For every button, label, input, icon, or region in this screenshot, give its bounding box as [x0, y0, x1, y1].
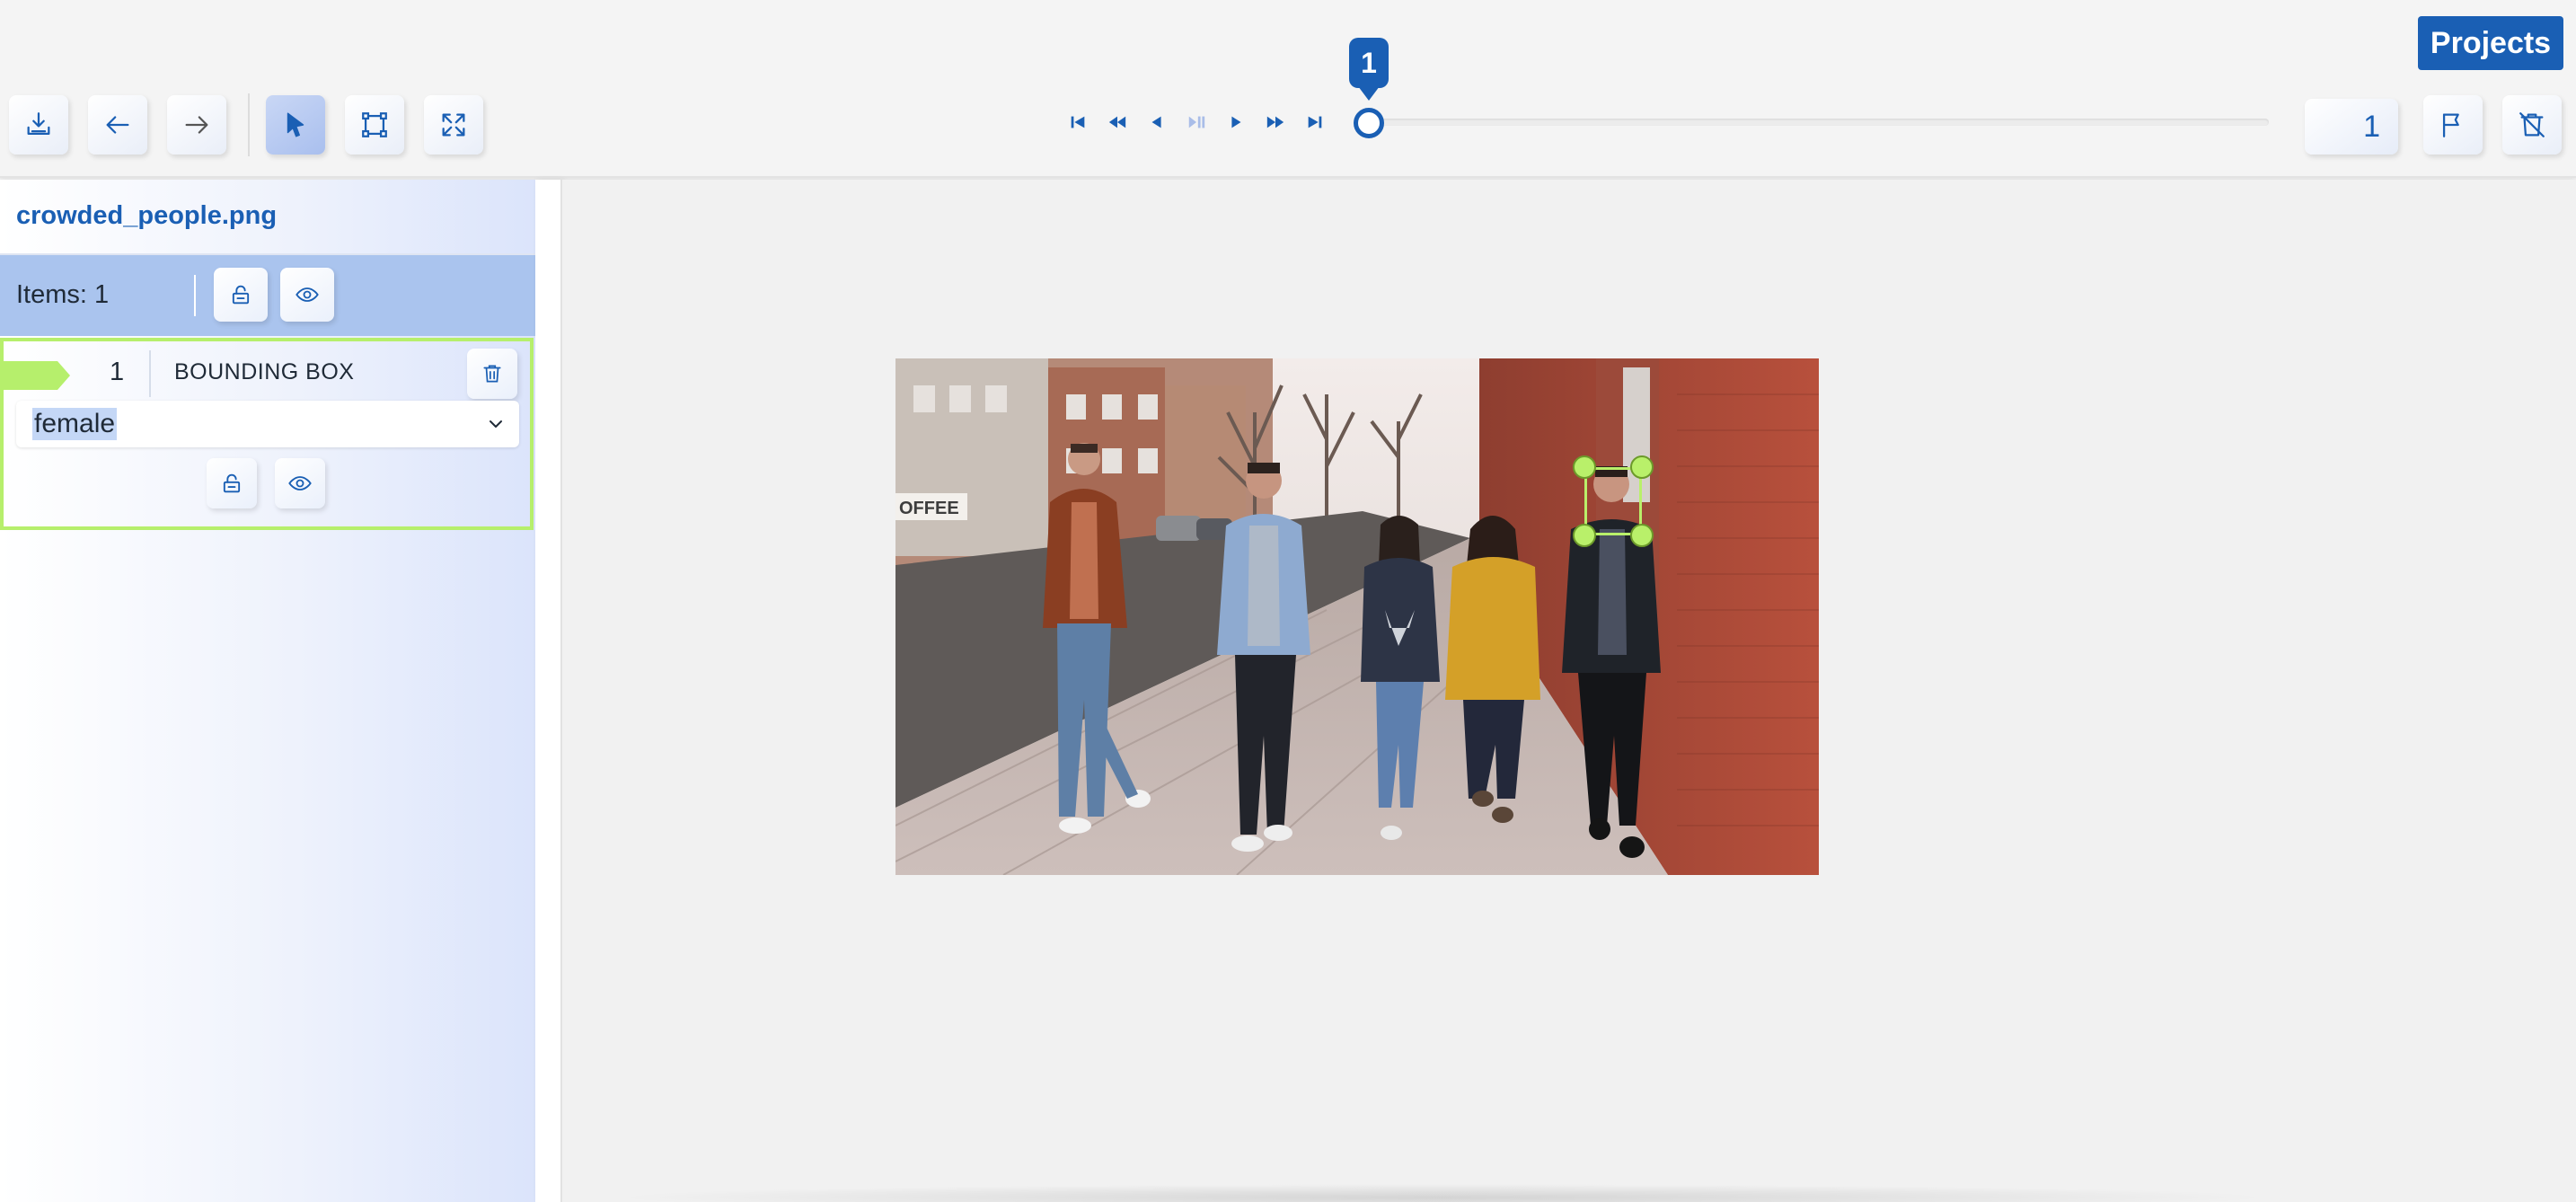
fit-screen-button[interactable]	[424, 95, 483, 155]
svg-text:OFFEE: OFFEE	[899, 499, 959, 518]
lock-icon	[232, 285, 250, 305]
lock-item-button[interactable]	[207, 458, 257, 508]
fast-forward-icon	[1266, 116, 1284, 128]
undo-arrow-icon	[106, 116, 129, 134]
clear-annotations-button[interactable]	[2502, 95, 2562, 155]
step-back-button[interactable]	[1137, 106, 1177, 138]
frame-slider-value-bubble: 1	[1349, 38, 1389, 101]
toggle-item-visibility-button[interactable]	[275, 458, 325, 508]
frame-number-input[interactable]: 1	[2305, 99, 2398, 155]
trash-icon	[483, 365, 501, 383]
file-name: crowded_people.png	[16, 201, 278, 230]
chevron-down-icon	[490, 420, 502, 428]
flag-button[interactable]	[2423, 95, 2483, 155]
canvas-shadow	[607, 1184, 2278, 1202]
annotation-item[interactable]: 1 BOUNDING BOX female	[0, 338, 534, 530]
download-annotations-icon	[27, 112, 50, 136]
frame-slider-handle[interactable]	[1354, 108, 1384, 138]
playback-controls	[1058, 106, 1335, 138]
select-pointer-icon	[287, 112, 304, 137]
projects-button[interactable]: Projects	[2418, 16, 2563, 70]
bounding-box-tool-icon	[362, 112, 387, 137]
bbox-handle-bottom-right[interactable]	[1630, 524, 1654, 547]
skip-to-end-icon	[1308, 116, 1322, 128]
eye-icon	[296, 287, 319, 302]
item-divider	[149, 350, 151, 397]
items-header: Items: 1	[0, 255, 535, 336]
fast-forward-button[interactable]	[1256, 106, 1295, 138]
select-tool-button[interactable]	[266, 95, 325, 155]
download-button[interactable]	[9, 95, 68, 155]
bbox-handle-top-right[interactable]	[1630, 455, 1654, 479]
play-pause-icon	[1188, 116, 1205, 128]
toolbar-divider	[248, 93, 250, 156]
delete-item-button[interactable]	[467, 349, 517, 399]
lock-icon	[223, 473, 241, 493]
sidebar-resize-handle[interactable]	[535, 180, 562, 1202]
skip-to-start-button[interactable]	[1058, 106, 1098, 138]
label-select[interactable]: female	[16, 401, 519, 447]
rewind-icon	[1108, 116, 1126, 128]
items-count: Items: 1	[16, 280, 110, 309]
bbox-handle-top-left[interactable]	[1573, 455, 1596, 479]
bounding-box-tool-button[interactable]	[345, 95, 404, 155]
step-forward-icon	[1231, 116, 1241, 128]
redo-button[interactable]	[167, 95, 226, 155]
eye-icon	[288, 476, 312, 491]
lock-all-button[interactable]	[214, 268, 268, 322]
skip-to-end-button[interactable]	[1295, 106, 1335, 138]
image-crowded-people: OFFEE	[895, 358, 1819, 875]
items-header-divider	[194, 275, 196, 316]
delete-frame-icon	[2519, 112, 2545, 137]
label-select-value: female	[32, 408, 118, 440]
bounding-box-annotation[interactable]	[1584, 467, 1642, 535]
frame-slider-track[interactable]	[1369, 119, 2269, 126]
annotations-sidebar: crowded_people.png Items: 1 1 BOUNDING B…	[0, 180, 535, 1202]
bbox-handle-bottom-left[interactable]	[1573, 524, 1596, 547]
item-type: BOUNDING BOX	[174, 359, 355, 384]
item-number: 1	[110, 358, 125, 386]
step-back-icon	[1151, 116, 1161, 128]
step-forward-button[interactable]	[1216, 106, 1256, 138]
undo-button[interactable]	[88, 95, 147, 155]
skip-to-start-icon	[1071, 116, 1085, 128]
show-all-button[interactable]	[280, 268, 334, 322]
redo-arrow-icon	[185, 116, 208, 134]
flag-icon	[2442, 113, 2459, 137]
fit-screen-icon	[442, 113, 465, 137]
top-toolbar: 1 1 Projects	[0, 0, 2576, 178]
play-pause-button[interactable]	[1177, 106, 1216, 138]
annotation-canvas[interactable]: OFFEE	[562, 180, 2576, 1202]
item-color-tag	[0, 361, 70, 390]
rewind-button[interactable]	[1098, 106, 1137, 138]
